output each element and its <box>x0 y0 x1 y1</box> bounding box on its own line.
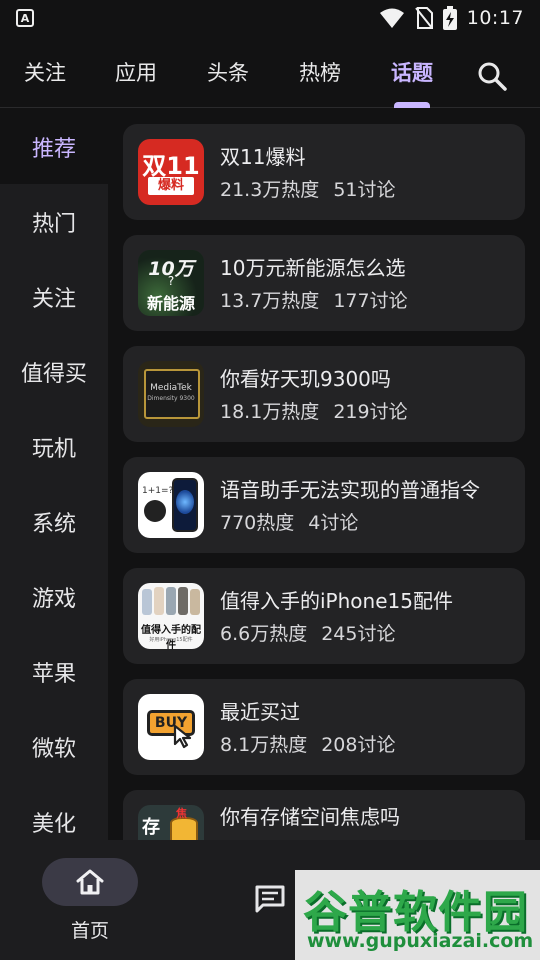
active-tab-indicator <box>394 101 430 108</box>
topic-comments: 4讨论 <box>308 511 359 534</box>
notification-app-icon: A <box>16 9 34 27</box>
topic-comments: 245讨论 <box>321 622 396 645</box>
home-icon <box>76 869 104 895</box>
thumbnail-text: MediaTek <box>150 383 192 393</box>
status-bar: A 10:17 <box>0 0 540 36</box>
topic-title: 双11爆料 <box>220 144 306 169</box>
topic-comments: 51讨论 <box>333 178 396 201</box>
topic-heat: 770热度 <box>220 511 295 534</box>
sidebar-item-hot[interactable]: 热门 <box>0 184 108 259</box>
tab-label: 热榜 <box>299 60 341 85</box>
topic-thumbnail: 双11 爆料 <box>138 139 204 205</box>
message-icon[interactable] <box>254 884 286 914</box>
sidebar-item-label: 推荐 <box>31 136 76 162</box>
sidebar-item-label: 游戏 <box>31 586 76 612</box>
sidebar-item-games[interactable]: 游戏 <box>0 559 108 634</box>
thumbnail-text: 1+1=? <box>142 486 174 496</box>
topic-card[interactable]: 存 焦 你有存储空间焦虑吗 <box>123 790 525 840</box>
sidebar-item-label: 苹果 <box>31 661 76 687</box>
topic-title: 最近买过 <box>220 699 300 724</box>
topic-heat: 21.3万热度 <box>220 178 320 201</box>
sidebar-item-recommended[interactable]: 推荐 <box>0 109 108 184</box>
sidebar-item-following[interactable]: 关注 <box>0 259 108 334</box>
topic-thumbnail: MediaTek Dimensity 9300 <box>138 361 204 427</box>
tab-label: 头条 <box>207 60 249 85</box>
sidebar-item-system[interactable]: 系统 <box>0 484 108 559</box>
topic-card[interactable]: 值得入手的配件 好用iPhone15配件 值得入手的iPhone15配件 6.6… <box>123 568 525 664</box>
topic-card[interactable]: BUY 最近买过 8.1万热度 208讨论 <box>123 679 525 775</box>
thumbnail-text: ? <box>167 274 175 288</box>
sidebar-item-worth-buying[interactable]: 值得买 <box>0 334 108 409</box>
topic-title: 值得入手的iPhone15配件 <box>220 588 453 613</box>
topic-heat: 18.1万热度 <box>220 400 320 423</box>
topic-thumbnail: 1+1=? <box>138 472 204 538</box>
topic-title: 语音助手无法实现的普通指令 <box>220 477 480 502</box>
sidebar-item-microsoft[interactable]: 微软 <box>0 709 108 784</box>
topic-heat: 13.7万热度 <box>220 289 320 312</box>
search-icon[interactable] <box>474 58 510 94</box>
tab-label: 关注 <box>24 60 66 85</box>
topic-title: 10万元新能源怎么选 <box>220 255 406 280</box>
sidebar-item-label: 值得买 <box>20 361 87 387</box>
thumbnail-text: 焦 <box>176 807 187 820</box>
cursor-icon <box>173 724 192 749</box>
topic-comments: 177讨论 <box>333 289 408 312</box>
thumbnail-text: 好用iPhone15配件 <box>149 637 193 643</box>
topic-thumbnail: 10万 ? 新能源 <box>138 250 204 316</box>
tab-trending[interactable]: 热榜 <box>274 44 366 108</box>
notification-icon-letter: A <box>20 11 30 25</box>
sidebar-item-label: 热门 <box>31 211 76 237</box>
topic-heat: 6.6万热度 <box>220 622 308 645</box>
topic-thumbnail: 存 焦 <box>138 805 204 840</box>
topic-heat: 8.1万热度 <box>220 733 308 756</box>
topic-comments: 219讨论 <box>333 400 408 423</box>
thumbnail-text: 双11 <box>142 152 200 180</box>
tab-headlines[interactable]: 头条 <box>182 44 274 108</box>
sidebar-item-label: 玩机 <box>31 436 76 462</box>
topic-thumbnail: BUY <box>138 694 204 760</box>
watermark-url: www.gupuxiazai.com <box>307 930 534 952</box>
sidebar-item-label: 关注 <box>31 286 76 312</box>
topic-card[interactable]: 10万 ? 新能源 10万元新能源怎么选 13.7万热度 177讨论 <box>123 235 525 331</box>
thumbnail-text: 爆料 <box>148 177 194 195</box>
sidebar-item-label: 微软 <box>31 736 76 762</box>
home-tab[interactable] <box>42 858 138 906</box>
tab-topics[interactable]: 话题 <box>366 44 458 108</box>
sidebar-item-apple[interactable]: 苹果 <box>0 634 108 709</box>
thumbnail-text: Dimensity 9300 <box>147 395 195 402</box>
no-sim-icon <box>414 7 433 29</box>
topic-title: 你看好天玑9300吗 <box>220 366 391 391</box>
topic-card[interactable]: 1+1=? 语音助手无法实现的普通指令 770热度 4讨论 <box>123 457 525 553</box>
topic-title: 你有存储空间焦虑吗 <box>220 805 400 829</box>
watermark: 谷普软件园 www.gupuxiazai.com <box>295 870 540 960</box>
topic-comments: 208讨论 <box>321 733 396 756</box>
top-tab-bar: 关注 应用 头条 热榜 话题 <box>0 44 540 108</box>
category-sidebar: 推荐 热门 关注 值得买 玩机 系统 游戏 苹果 微软 美化 <box>0 109 108 840</box>
thumbnail-text: 存 <box>142 817 160 838</box>
tab-label: 应用 <box>115 60 157 85</box>
tab-follow[interactable]: 关注 <box>0 44 90 108</box>
sidebar-item-label: 美化 <box>31 811 76 837</box>
clock: 10:17 <box>466 7 524 29</box>
thumbnail-text: 值得入手的配件 <box>141 625 201 649</box>
thumbnail-text: 新能源 <box>146 294 195 313</box>
topic-card[interactable]: MediaTek Dimensity 9300 你看好天玑9300吗 18.1万… <box>123 346 525 442</box>
sidebar-item-label: 系统 <box>31 511 76 537</box>
home-tab-label: 首页 <box>70 920 109 942</box>
topic-list: 双11 爆料 双11爆料 21.3万热度 51讨论 10万 ? 新能源 10万元新… <box>108 109 540 840</box>
battery-charging-icon <box>442 6 457 30</box>
tab-label: 话题 <box>391 60 433 85</box>
topic-card[interactable]: 双11 爆料 双11爆料 21.3万热度 51讨论 <box>123 124 525 220</box>
sidebar-item-tinkering[interactable]: 玩机 <box>0 409 108 484</box>
topic-thumbnail: 值得入手的配件 好用iPhone15配件 <box>138 583 204 649</box>
wifi-icon <box>379 8 404 28</box>
tab-apps[interactable]: 应用 <box>90 44 182 108</box>
